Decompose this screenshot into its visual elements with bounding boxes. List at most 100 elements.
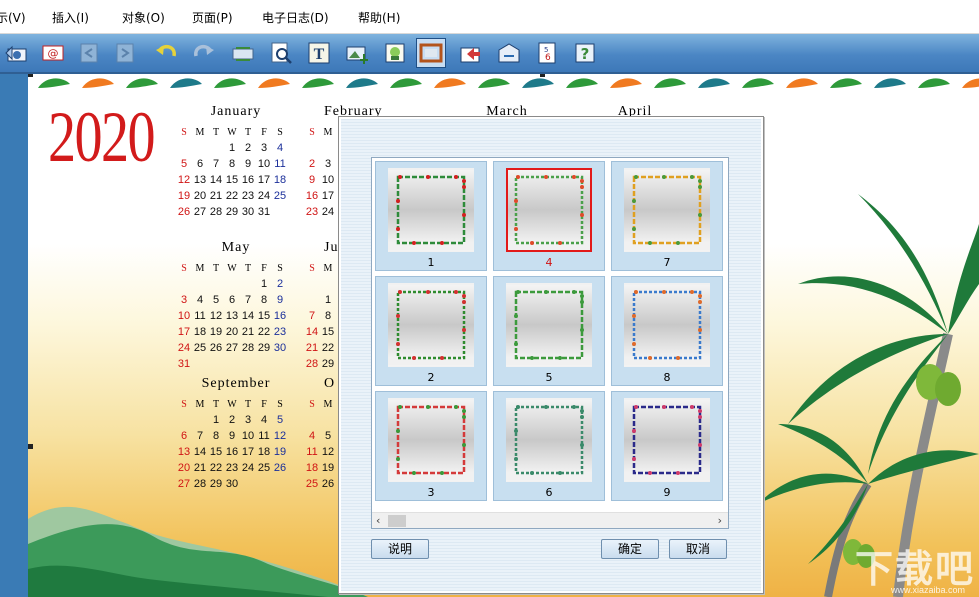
day-cell: 23	[225, 462, 239, 474]
redo-button[interactable]	[188, 38, 218, 68]
day-cell: 8	[228, 158, 236, 170]
photo-icon	[385, 43, 405, 63]
frame-number: 2	[427, 371, 435, 384]
ok-button[interactable]: 确定	[601, 539, 659, 559]
weekday-label: M	[323, 262, 333, 274]
image-insert-button[interactable]	[342, 38, 372, 68]
day-cell: 13	[193, 174, 207, 186]
day-cell: 14	[193, 446, 207, 458]
frame-option[interactable]: 4	[493, 161, 605, 271]
day-cell: 19	[273, 446, 287, 458]
import-icon	[460, 47, 480, 63]
frame-icon	[419, 43, 443, 63]
day-cell: 17	[321, 190, 335, 202]
menu-page[interactable]: 页面(P)	[192, 9, 233, 26]
frame-preview-icon	[396, 405, 466, 475]
month-name: May	[221, 240, 251, 255]
zoom-page-icon	[271, 42, 292, 64]
frame-thumbnail[interactable]	[506, 398, 592, 482]
refresh-button[interactable]	[228, 38, 258, 68]
workspace-margin	[0, 74, 28, 597]
scroll-thumb[interactable]	[388, 515, 406, 527]
day-cell: 2	[276, 278, 284, 290]
year-title: 2020	[48, 97, 156, 177]
weekday-label: M	[195, 398, 205, 410]
frame-thumbnail[interactable]	[506, 168, 592, 252]
weekday-label: T	[212, 262, 220, 274]
weekday-label: T	[244, 262, 252, 274]
day-cell: 20	[225, 326, 239, 338]
frame-option[interactable]: 2	[375, 276, 487, 386]
day-cell: 3	[180, 294, 188, 306]
leaf-ornament	[258, 78, 290, 88]
frame-number: 4	[545, 256, 553, 269]
frame-option[interactable]: 5	[493, 276, 605, 386]
menu-help[interactable]: 帮助(H)	[358, 9, 400, 26]
frame-thumbnail[interactable]	[388, 283, 474, 367]
frame-option[interactable]: 6	[493, 391, 605, 501]
weekday-label: S	[277, 262, 283, 274]
frame-option[interactable]: 7	[611, 161, 723, 271]
photo-button[interactable]	[380, 38, 410, 68]
frame-thumbnail[interactable]	[388, 398, 474, 482]
menu-insert[interactable]: 插入(I)	[52, 9, 89, 26]
email-button[interactable]: @	[38, 38, 68, 68]
text-button[interactable]: T	[304, 38, 334, 68]
back-page-button[interactable]	[74, 38, 104, 68]
frame-button[interactable]	[416, 38, 446, 68]
svg-text:?: ?	[581, 45, 590, 63]
scroll-left-icon[interactable]: ‹	[376, 514, 380, 527]
day-cell: 17	[241, 446, 255, 458]
frame-option[interactable]: 1	[375, 161, 487, 271]
import-button[interactable]	[456, 38, 486, 68]
frame-thumbnail[interactable]	[506, 283, 592, 367]
palm-trees-decoration	[758, 194, 979, 597]
cancel-button[interactable]: 取消	[669, 539, 727, 559]
frame-gallery: 1 4 7 2 5 8 3 6 9 ‹ ›	[371, 157, 729, 529]
day-cell: 21	[193, 462, 207, 474]
day-cell: 18	[273, 174, 287, 186]
frame-option[interactable]: 8	[611, 276, 723, 386]
watermark-url: www.xiazaiba.com	[890, 585, 965, 595]
camera-button[interactable]	[2, 38, 32, 68]
day-cell: 22	[321, 342, 335, 354]
menu-view[interactable]: 示(V)	[0, 9, 26, 26]
day-cell: 4	[308, 430, 316, 442]
horizontal-scrollbar[interactable]: ‹ ›	[372, 512, 728, 528]
help-button[interactable]: 说明	[371, 539, 429, 559]
leaf-ornament	[610, 78, 642, 88]
undo-button[interactable]	[152, 38, 182, 68]
zoom-page-button[interactable]	[266, 38, 296, 68]
month-block: January S M T W T F S 1 2 3 4 5 6 7 8 9 10 11 12 13 14 15 16 17 1…	[176, 104, 296, 220]
frame-thumbnail[interactable]	[388, 168, 474, 252]
frame-preview-icon	[632, 290, 702, 360]
frame-thumbnail[interactable]	[624, 168, 710, 252]
day-cell: 16	[241, 174, 255, 186]
day-cell: 30	[273, 342, 287, 354]
day-cell: 4	[260, 414, 268, 426]
selection-handle[interactable]	[540, 74, 545, 77]
selection-handle[interactable]	[28, 74, 33, 77]
day-cell: 7	[244, 294, 252, 306]
scroll-right-icon[interactable]: ›	[718, 514, 722, 527]
calendar-button[interactable]: 56	[532, 38, 562, 68]
leaf-ornament	[522, 78, 554, 88]
day-cell: 13	[177, 446, 191, 458]
frame-preview-icon	[514, 175, 584, 245]
frame-thumbnail[interactable]	[624, 398, 710, 482]
frame-thumbnail[interactable]	[624, 283, 710, 367]
menu-object[interactable]: 对象(O)	[122, 9, 165, 26]
weekday-label: T	[212, 398, 220, 410]
help-button[interactable]: ?	[570, 38, 600, 68]
leaf-ornament	[302, 78, 334, 88]
forward-page-button[interactable]	[110, 38, 140, 68]
selection-handle[interactable]	[28, 444, 33, 449]
weekday-label: S	[181, 262, 187, 274]
text-icon: T	[308, 42, 330, 64]
leaf-ornament	[126, 78, 158, 88]
menu-e-journal[interactable]: 电子日志(D)	[262, 9, 329, 26]
frame-option[interactable]: 9	[611, 391, 723, 501]
svg-text:@: @	[48, 47, 59, 60]
frame-option[interactable]: 3	[375, 391, 487, 501]
export-button[interactable]	[494, 38, 524, 68]
